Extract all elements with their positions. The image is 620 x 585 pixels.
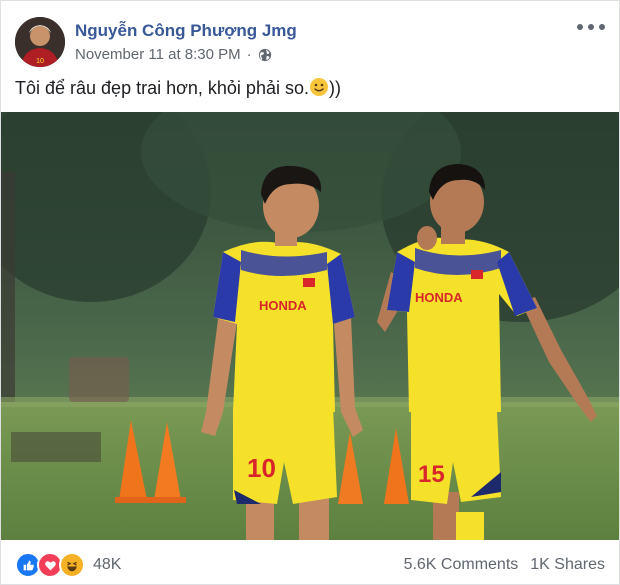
post-timestamp[interactable]: November 11 at 8:30 PM — [75, 46, 241, 63]
post-photo[interactable]: 10 HONDA 15 HONDA — [1, 112, 619, 540]
football-players-photo: 10 HONDA 15 HONDA — [1, 112, 619, 540]
slightly-smiling-face-icon — [309, 78, 328, 96]
post-caption: Tôi để râu đẹp trai hơn, khỏi phải so. )… — [15, 77, 341, 99]
post-stats: 5.6K Comments 1K Shares — [404, 556, 605, 574]
dot-icon — [577, 24, 583, 30]
avatar[interactable]: 10 — [15, 17, 65, 67]
left-sponsor: HONDA — [259, 298, 307, 313]
avatar-image: 10 — [15, 17, 65, 67]
svg-text:10: 10 — [36, 58, 44, 65]
right-jersey-number: 15 — [418, 461, 445, 488]
meta-separator: · — [246, 46, 252, 63]
reaction-summary[interactable]: 48K — [15, 552, 121, 578]
facebook-post: 10 Nguyễn Công Phượng Jmg November 11 at… — [0, 0, 620, 585]
author-name[interactable]: Nguyễn Công Phượng Jmg — [75, 21, 297, 41]
globe-icon[interactable] — [258, 48, 272, 62]
dot-icon — [599, 24, 605, 30]
post-meta: November 11 at 8:30 PM · — [75, 46, 272, 63]
right-sponsor: HONDA — [415, 290, 463, 305]
caption-suffix: )) — [328, 78, 341, 98]
dot-icon — [588, 24, 594, 30]
caption-text: Tôi để râu đẹp trai hơn, khỏi phải so. — [15, 78, 309, 98]
left-jersey-number: 10 — [247, 453, 276, 483]
post-footer: 48K 5.6K Comments 1K Shares — [15, 549, 605, 581]
reaction-count: 48K — [93, 556, 122, 573]
more-options-button[interactable] — [577, 17, 605, 37]
haha-icon — [59, 552, 85, 578]
post-header: 10 Nguyễn Công Phượng Jmg November 11 at… — [15, 13, 605, 69]
comments-link[interactable]: 5.6K Comments — [404, 556, 519, 574]
shares-link[interactable]: 1K Shares — [530, 556, 605, 574]
